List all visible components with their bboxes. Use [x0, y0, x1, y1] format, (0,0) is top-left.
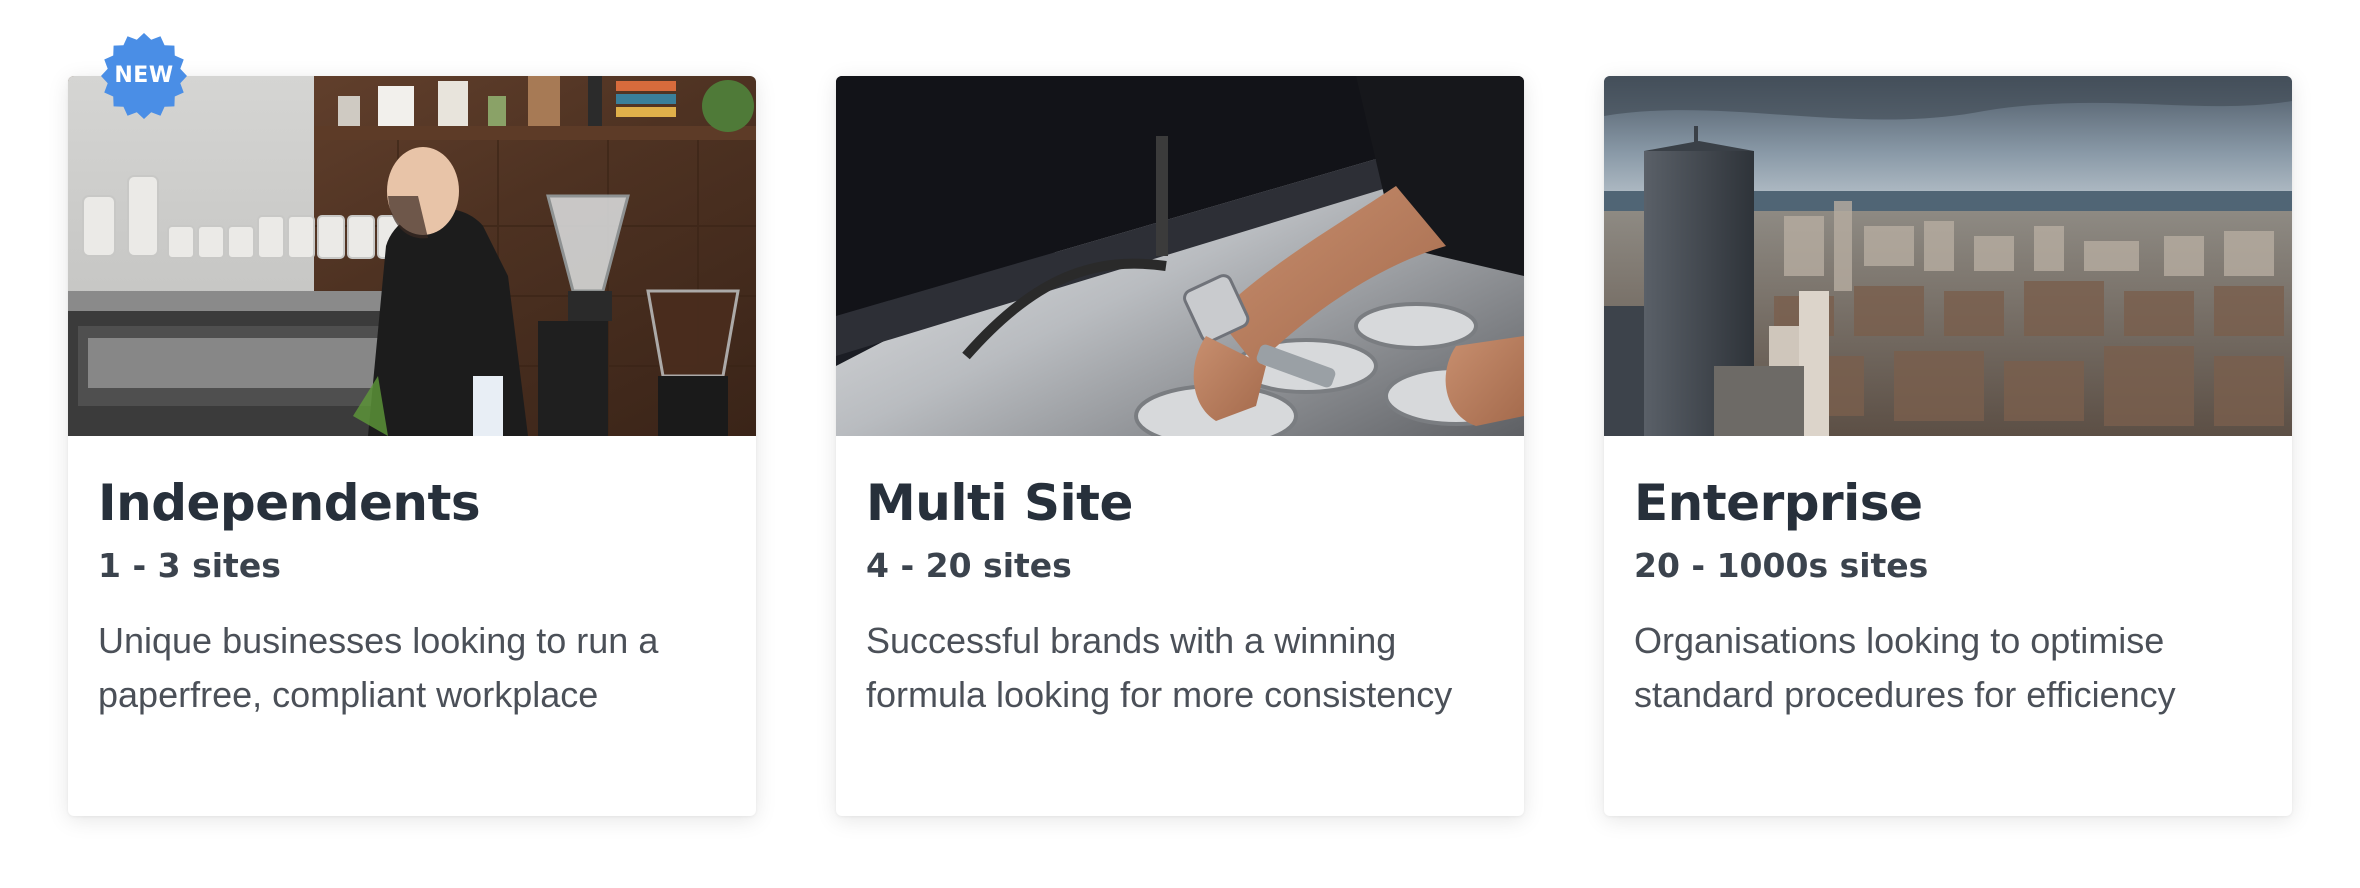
card-description: Organisations looking to optimise standa… — [1634, 620, 2176, 715]
new-badge-label: NEW — [114, 63, 174, 88]
card-description: Successful brands with a winning formula… — [866, 620, 1453, 715]
card-title: Enterprise — [1634, 474, 1923, 532]
enterprise-body: Enterprise 20 - 1000s sites Organisation… — [1604, 436, 2292, 722]
multi-site-body: Multi Site 4 - 20 sites Successful brand… — [836, 436, 1524, 722]
card-title: Multi Site — [866, 474, 1133, 532]
coffee-machine-hands-image — [836, 76, 1524, 436]
enterprise-photo — [1604, 76, 2292, 436]
barista-photo-image — [68, 76, 756, 436]
card-site-range: 1 - 3 sites — [98, 546, 281, 585]
card-site-range: 20 - 1000s sites — [1634, 546, 1929, 585]
card-description: Unique businesses looking to run a paper… — [98, 620, 659, 715]
card-independents[interactable]: Independents 1 - 3 sites Unique business… — [68, 76, 756, 816]
multi-site-photo — [836, 76, 1524, 436]
independents-body: Independents 1 - 3 sites Unique business… — [68, 436, 756, 722]
new-badge: NEW — [100, 32, 188, 120]
card-enterprise[interactable]: Enterprise 20 - 1000s sites Organisation… — [1604, 76, 2292, 816]
segment-cards: Independents 1 - 3 sites Unique business… — [68, 76, 2292, 816]
card-site-range: 4 - 20 sites — [866, 546, 1072, 585]
card-multi-site[interactable]: Multi Site 4 - 20 sites Successful brand… — [836, 76, 1524, 816]
city-skyline-image — [1604, 76, 2292, 436]
card-title: Independents — [98, 474, 481, 532]
independents-photo — [68, 76, 756, 436]
